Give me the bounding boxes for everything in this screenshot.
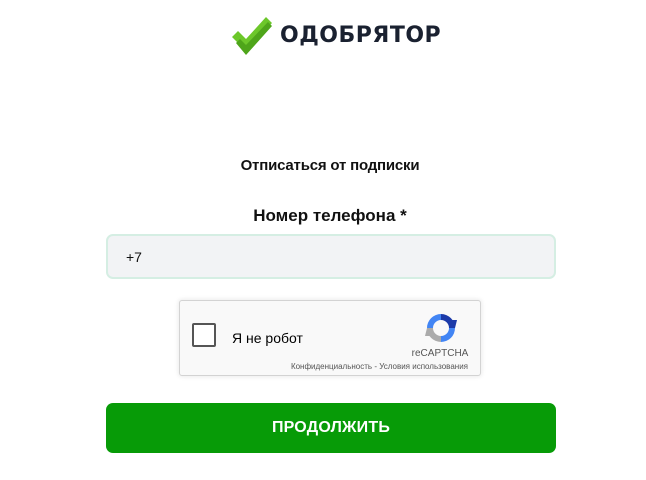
phone-input[interactable] [106, 234, 556, 279]
page-title: Отписаться от подписки [240, 157, 420, 174]
recaptcha-checkbox[interactable] [192, 323, 216, 347]
privacy-link[interactable]: Конфиденциальность [291, 362, 372, 371]
brand-logo[interactable]: ОДОБРЯТОР [230, 14, 441, 58]
recaptcha-links: Конфиденциальность - Условия использован… [291, 362, 468, 371]
phone-label: Номер телефона * [253, 206, 407, 225]
terms-link[interactable]: Условия использования [379, 362, 468, 371]
double-checkmark-icon [232, 17, 272, 55]
brand-name: ОДОБРЯТОР [280, 23, 442, 48]
continue-button[interactable]: ПРОДОЛЖИТЬ [106, 403, 556, 453]
recaptcha-brand: reCAPTCHA [411, 348, 469, 359]
recaptcha-logo-icon [425, 314, 457, 342]
recaptcha-label: Я не робот [232, 330, 303, 346]
recaptcha-widget: Я не робот reCAPTCHA Конфиденциальность … [179, 300, 481, 376]
page: ОДОБРЯТОР Отписаться от подписки Номер т… [0, 0, 646, 480]
